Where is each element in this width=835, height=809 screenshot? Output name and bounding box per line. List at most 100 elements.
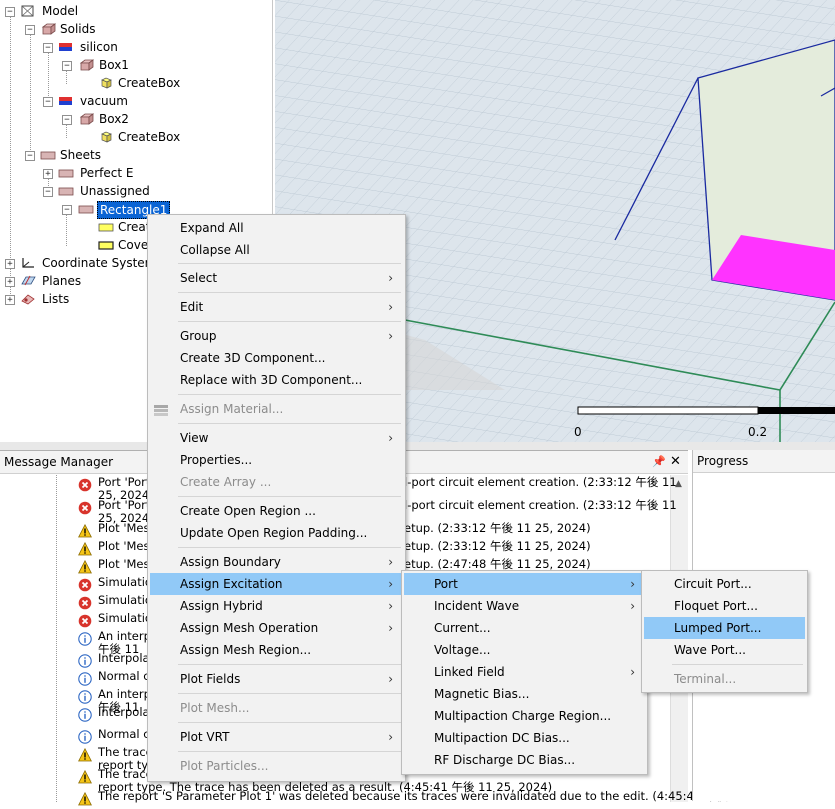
menu-item-label: Assign Mesh Region... xyxy=(180,643,312,657)
tree-label: Perfect E xyxy=(80,166,134,180)
list-icon xyxy=(21,294,35,305)
menu-item-collapse-all[interactable]: Collapse All xyxy=(150,239,403,261)
collapse-toggle[interactable]: − xyxy=(43,97,53,107)
expand-toggle[interactable]: + xyxy=(43,169,53,179)
model-icon xyxy=(21,5,34,17)
menu-item-incident-wave[interactable]: Incident Wave › xyxy=(404,595,645,617)
menu-item-label: Magnetic Bias... xyxy=(434,687,530,701)
error-icon xyxy=(78,614,92,628)
menu-item-lumped-port[interactable]: Lumped Port... xyxy=(644,617,805,639)
menu-item-label: View xyxy=(180,431,209,445)
menu-item-replace-with-3d-component[interactable]: Replace with 3D Component... xyxy=(150,369,403,391)
createbox-icon xyxy=(101,77,112,89)
menu-item-edit[interactable]: Edit › xyxy=(150,296,403,318)
collapse-toggle[interactable]: − xyxy=(5,7,15,17)
menu-item-circuit-port[interactable]: Circuit Port... xyxy=(644,573,805,595)
menu-item-terminal: Terminal... xyxy=(644,668,805,690)
menu-item-floquet-port[interactable]: Floquet Port... xyxy=(644,595,805,617)
message-line: The trace xyxy=(98,767,153,781)
tree-label: Box2 xyxy=(99,112,129,126)
menu-item-voltage[interactable]: Voltage... xyxy=(404,639,645,661)
error-icon xyxy=(78,596,92,610)
tree-label: Model xyxy=(42,4,79,18)
error-icon xyxy=(78,501,92,515)
menu-item-magnetic-bias[interactable]: Magnetic Bias... xyxy=(404,683,645,705)
menu-separator xyxy=(178,751,401,752)
menu-item-label: Multipaction Charge Region... xyxy=(434,709,612,723)
expand-toggle[interactable]: + xyxy=(5,259,15,269)
expand-toggle[interactable]: + xyxy=(5,277,15,287)
chevron-right-icon: › xyxy=(388,730,393,744)
menu-item-assign-mesh-region[interactable]: Assign Mesh Region... xyxy=(150,639,403,661)
menu-separator xyxy=(178,321,401,322)
collapse-toggle[interactable]: − xyxy=(25,151,35,161)
scale-bar-black xyxy=(758,407,835,414)
menu-item-label: Select xyxy=(180,271,218,285)
menu-item-label: Port xyxy=(434,577,458,591)
menu-item-label: Create 3D Component... xyxy=(180,351,326,365)
menu-item-multipaction-charge-region[interactable]: Multipaction Charge Region... xyxy=(404,705,645,727)
menu-item-label: Voltage... xyxy=(434,643,491,657)
collapse-toggle[interactable]: − xyxy=(62,61,72,71)
error-icon xyxy=(78,478,92,492)
menu-separator xyxy=(178,263,401,264)
cover-lines-icon xyxy=(98,241,114,250)
pin-icon[interactable]: 📌 xyxy=(652,455,666,468)
menu-item-linked-field[interactable]: Linked Field › xyxy=(404,661,645,683)
menu-item-label: Plot Particles... xyxy=(180,759,269,773)
menu-item-assign-mesh-operation[interactable]: Assign Mesh Operation › xyxy=(150,617,403,639)
panel-title-text: Message Manager xyxy=(4,455,114,469)
menu-item-assign-material: Assign Material... xyxy=(150,398,403,420)
message-line: Interpolat xyxy=(98,651,155,665)
menu-item-create-3d-component[interactable]: Create 3D Component... xyxy=(150,347,403,369)
menu-item-multipaction-dc-bias[interactable]: Multipaction DC Bias... xyxy=(404,727,645,749)
menu-item-view[interactable]: View › xyxy=(150,427,403,449)
menu-item-assign-excitation[interactable]: Assign Excitation › xyxy=(150,573,403,595)
collapse-toggle[interactable]: − xyxy=(62,115,72,125)
collapse-toggle[interactable]: − xyxy=(62,205,72,215)
panel-title-text: Progress xyxy=(697,454,749,468)
menu-item-select[interactable]: Select › xyxy=(150,267,403,289)
splitter[interactable] xyxy=(0,442,835,450)
menu-item-expand-all[interactable]: Expand All xyxy=(150,217,403,239)
warning-icon xyxy=(78,523,92,538)
chevron-right-icon: › xyxy=(388,621,393,635)
menu-item-assign-hybrid[interactable]: Assign Hybrid › xyxy=(150,595,403,617)
menu-item-wave-port[interactable]: Wave Port... xyxy=(644,639,805,661)
tree-label: Solids xyxy=(60,22,96,36)
menu-separator xyxy=(178,292,401,293)
menu-item-assign-boundary[interactable]: Assign Boundary › xyxy=(150,551,403,573)
collapse-toggle[interactable]: − xyxy=(25,25,35,35)
message-tail: etup. (2:33:12 午後 11 25, 2024) xyxy=(404,521,591,535)
menu-item-label: Assign Excitation xyxy=(180,577,283,591)
tree-label: CreateBox xyxy=(118,76,181,90)
menu-item-plot-fields[interactable]: Plot Fields › xyxy=(150,668,403,690)
menu-item-port[interactable]: Port › xyxy=(404,573,645,595)
solids-folder-icon xyxy=(41,23,56,35)
info-icon xyxy=(78,632,92,646)
menu-item-label: Expand All xyxy=(180,221,244,235)
message-tail: etup. (2:47:48 午後 11 25, 2024) xyxy=(404,557,591,571)
collapse-toggle[interactable]: − xyxy=(43,187,53,197)
menu-item-rf-discharge-dc-bias[interactable]: RF Discharge DC Bias... xyxy=(404,749,645,771)
menu-item-group[interactable]: Group › xyxy=(150,325,403,347)
menu-item-update-open-region-padding[interactable]: Update Open Region Padding... xyxy=(150,522,403,544)
menu-item-plot-vrt[interactable]: Plot VRT › xyxy=(150,726,403,748)
menu-item-label: Plot VRT xyxy=(180,730,230,744)
close-icon[interactable]: ✕ xyxy=(670,454,681,469)
message-line: The trace xyxy=(98,745,153,759)
menu-item-current[interactable]: Current... xyxy=(404,617,645,639)
chevron-right-icon: › xyxy=(388,431,393,445)
chevron-right-icon: › xyxy=(388,329,393,343)
tree-label: silicon xyxy=(80,40,118,54)
expand-toggle[interactable]: + xyxy=(5,295,15,305)
chevron-right-icon: › xyxy=(388,672,393,686)
material-silicon-icon xyxy=(59,43,72,51)
collapse-toggle[interactable]: − xyxy=(43,43,53,53)
message-tail: l-port circuit element creation. (2:33:1… xyxy=(404,475,677,489)
info-icon xyxy=(78,690,92,704)
menu-item-properties[interactable]: Properties... xyxy=(150,449,403,471)
menu-item-label: Incident Wave xyxy=(434,599,520,613)
sheet-icon xyxy=(78,205,94,214)
menu-item-create-open-region[interactable]: Create Open Region ... xyxy=(150,500,403,522)
